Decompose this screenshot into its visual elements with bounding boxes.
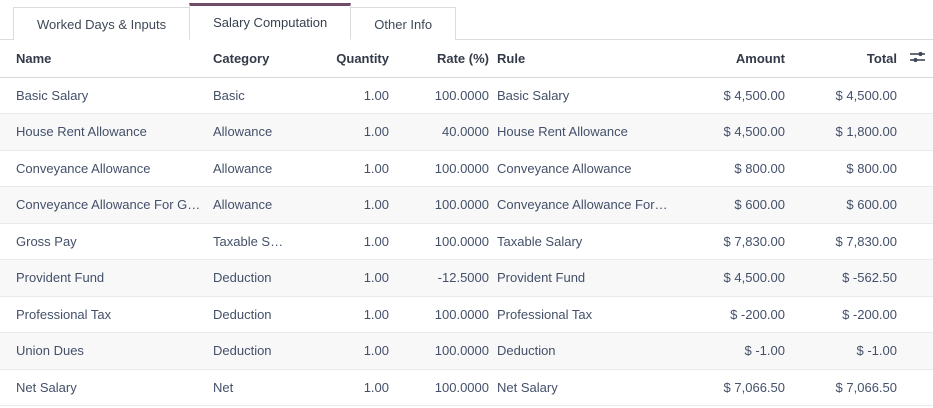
column-header-quantity[interactable]: Quantity [310,40,390,77]
column-header-name[interactable]: Name [0,40,213,77]
tab-worked-days-inputs[interactable]: Worked Days & Inputs [13,7,190,40]
cell-category[interactable]: Allowance [213,187,310,224]
table-row[interactable]: Net Salary Net 1.00 100.0000 Net Salary … [0,369,933,406]
cell-category[interactable]: Basic [213,77,310,114]
cell-amount[interactable]: $ 800.00 [690,150,786,187]
cell-rate[interactable]: 100.0000 [390,150,490,187]
cell-quantity[interactable]: 1.00 [310,187,390,224]
cell-category[interactable]: Allowance [213,114,310,151]
cell-name[interactable]: Provident Fund [0,260,213,297]
cell-quantity[interactable]: 1.00 [310,369,390,406]
cell-name[interactable]: Union Dues [0,333,213,370]
cell-total[interactable]: $ 7,830.00 [786,223,898,260]
cell-amount[interactable]: $ 7,830.00 [690,223,786,260]
cell-total[interactable]: $ 1,800.00 [786,114,898,151]
cell-name[interactable]: Conveyance Allowance For G… [0,187,213,224]
cell-rule[interactable]: Provident Fund [490,260,690,297]
tab-salary-computation[interactable]: Salary Computation [189,3,351,40]
cell-quantity[interactable]: 1.00 [310,114,390,151]
cell-blank [898,296,933,333]
payslip-lines-panel: Worked Days & Inputs Salary Computation … [0,0,933,408]
table-row[interactable]: Basic Salary Basic 1.00 100.0000 Basic S… [0,77,933,114]
table-header-row: Name Category Quantity Rate (%) Rule Amo… [0,40,933,77]
cell-quantity[interactable]: 1.00 [310,260,390,297]
cell-name[interactable]: Conveyance Allowance [0,150,213,187]
column-header-amount[interactable]: Amount [690,40,786,77]
cell-quantity[interactable]: 1.00 [310,333,390,370]
cell-rule[interactable]: Deduction [490,333,690,370]
cell-total[interactable]: $ 800.00 [786,150,898,187]
salary-computation-table: Name Category Quantity Rate (%) Rule Amo… [0,40,933,406]
cell-name[interactable]: Basic Salary [0,77,213,114]
optional-columns-toggle-button[interactable] [907,48,928,69]
cell-rate[interactable]: 40.0000 [390,114,490,151]
cell-category[interactable]: Deduction [213,260,310,297]
cell-rate[interactable]: 100.0000 [390,187,490,224]
cell-quantity[interactable]: 1.00 [310,77,390,114]
cell-blank [898,223,933,260]
cell-rate[interactable]: -12.5000 [390,260,490,297]
table-row[interactable]: Conveyance Allowance Allowance 1.00 100.… [0,150,933,187]
column-header-category[interactable]: Category [213,40,310,77]
tab-other-info[interactable]: Other Info [350,7,456,40]
cell-rule[interactable]: Net Salary [490,369,690,406]
cell-rule[interactable]: Conveyance Allowance For… [490,187,690,224]
tab-bar: Worked Days & Inputs Salary Computation … [0,0,933,40]
column-header-rate[interactable]: Rate (%) [390,40,490,77]
table-row[interactable]: Provident Fund Deduction 1.00 -12.5000 P… [0,260,933,297]
cell-rate[interactable]: 100.0000 [390,369,490,406]
cell-amount[interactable]: $ 7,066.50 [690,369,786,406]
cell-name[interactable]: House Rent Allowance [0,114,213,151]
cell-rule[interactable]: Basic Salary [490,77,690,114]
table-row[interactable]: House Rent Allowance Allowance 1.00 40.0… [0,114,933,151]
cell-category[interactable]: Allowance [213,150,310,187]
cell-category[interactable]: Taxable S… [213,223,310,260]
cell-amount[interactable]: $ 4,500.00 [690,114,786,151]
cell-rate[interactable]: 100.0000 [390,296,490,333]
cell-amount[interactable]: $ 4,500.00 [690,77,786,114]
cell-name[interactable]: Professional Tax [0,296,213,333]
cell-rate[interactable]: 100.0000 [390,223,490,260]
cell-rule[interactable]: Professional Tax [490,296,690,333]
table-row[interactable]: Gross Pay Taxable S… 1.00 100.0000 Taxab… [0,223,933,260]
cell-rate[interactable]: 100.0000 [390,77,490,114]
cell-amount[interactable]: $ 4,500.00 [690,260,786,297]
cell-rule[interactable]: Taxable Salary [490,223,690,260]
cell-category[interactable]: Deduction [213,333,310,370]
cell-quantity[interactable]: 1.00 [310,223,390,260]
cell-total[interactable]: $ 4,500.00 [786,77,898,114]
cell-amount[interactable]: $ -1.00 [690,333,786,370]
cell-name[interactable]: Gross Pay [0,223,213,260]
cell-total[interactable]: $ -1.00 [786,333,898,370]
cell-rule[interactable]: Conveyance Allowance [490,150,690,187]
cell-total[interactable]: $ 7,066.50 [786,369,898,406]
cell-blank [898,150,933,187]
table-row[interactable]: Professional Tax Deduction 1.00 100.0000… [0,296,933,333]
cell-rule[interactable]: House Rent Allowance [490,114,690,151]
cell-quantity[interactable]: 1.00 [310,150,390,187]
cell-category[interactable]: Net [213,369,310,406]
column-header-total[interactable]: Total [786,40,898,77]
cell-total[interactable]: $ -562.50 [786,260,898,297]
optional-columns-header [898,40,933,77]
cell-name[interactable]: Net Salary [0,369,213,406]
cell-amount[interactable]: $ 600.00 [690,187,786,224]
table-row[interactable]: Union Dues Deduction 1.00 100.0000 Deduc… [0,333,933,370]
cell-blank [898,187,933,224]
column-header-rule[interactable]: Rule [490,40,690,77]
cell-quantity[interactable]: 1.00 [310,296,390,333]
cell-blank [898,77,933,114]
cell-blank [898,114,933,151]
table-body: Basic Salary Basic 1.00 100.0000 Basic S… [0,77,933,406]
cell-blank [898,260,933,297]
table-row[interactable]: Conveyance Allowance For G… Allowance 1.… [0,187,933,224]
cell-total[interactable]: $ 600.00 [786,187,898,224]
cell-blank [898,369,933,406]
cell-total[interactable]: $ -200.00 [786,296,898,333]
cell-category[interactable]: Deduction [213,296,310,333]
cell-amount[interactable]: $ -200.00 [690,296,786,333]
cell-blank [898,333,933,370]
cell-rate[interactable]: 100.0000 [390,333,490,370]
sliders-icon [909,50,926,67]
